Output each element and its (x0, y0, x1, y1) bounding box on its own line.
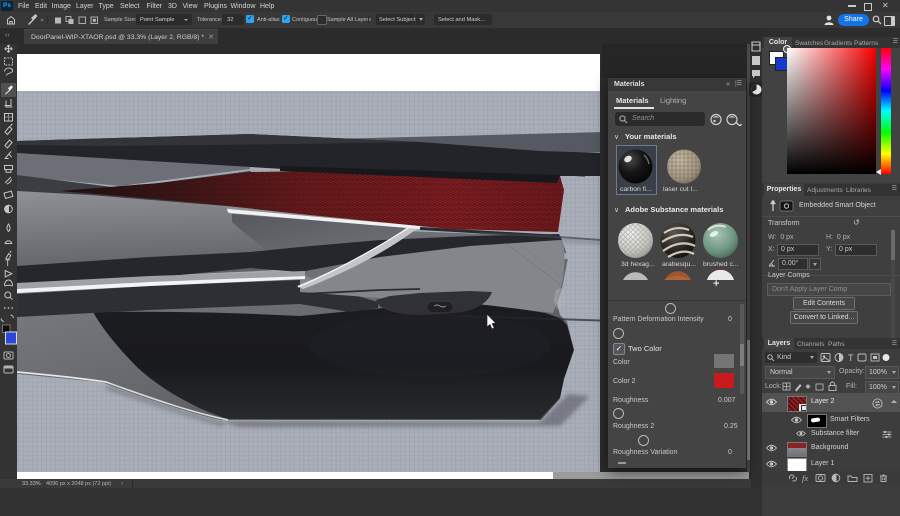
svg-text:T: T (5, 258, 11, 269)
svg-text:fx: fx (802, 473, 808, 483)
svg-text:T: T (848, 353, 854, 363)
